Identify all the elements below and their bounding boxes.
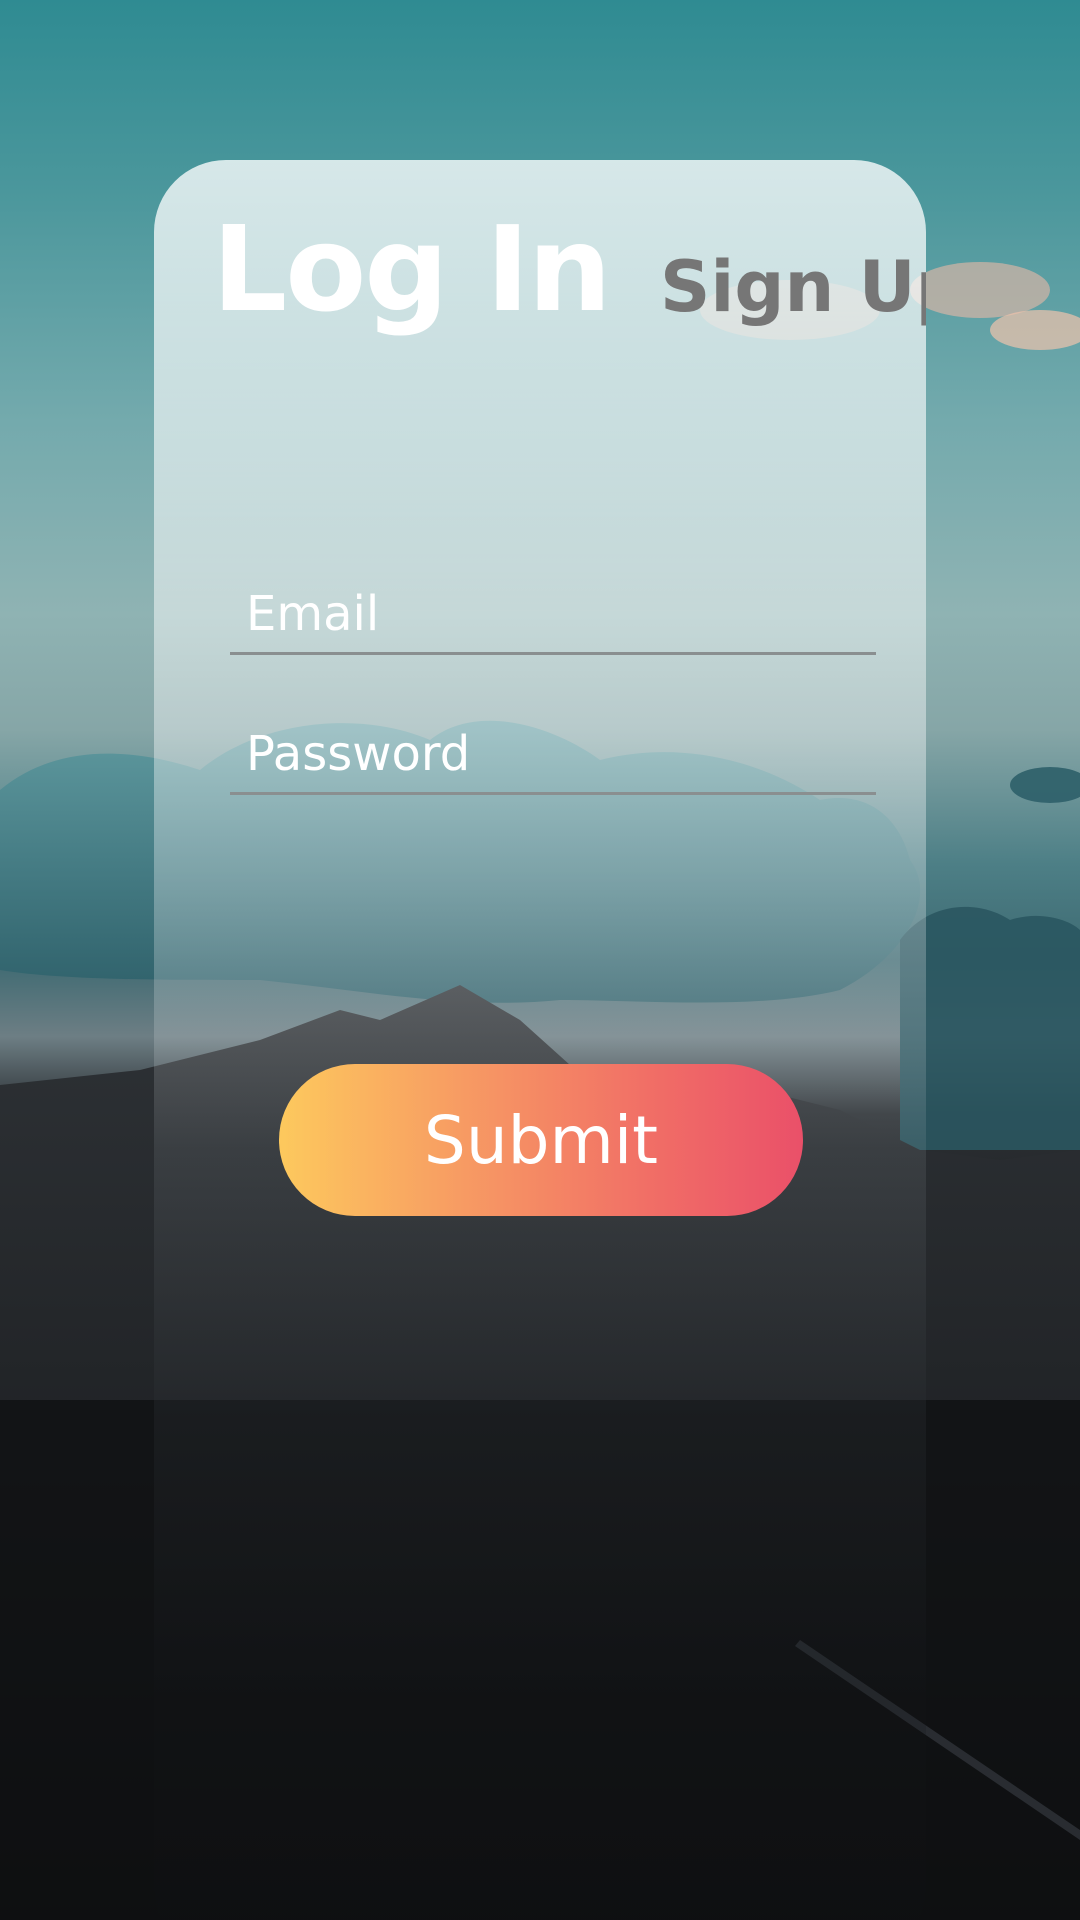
tab-sign-up[interactable]: Sign Up [660, 246, 926, 328]
tab-log-in[interactable]: Log In [212, 200, 612, 338]
login-screen: Log In Sign Up Email Password Submit [0, 0, 1080, 1920]
email-field[interactable]: Email [230, 568, 876, 655]
submit-button[interactable]: Submit [279, 1064, 803, 1216]
password-placeholder: Password [246, 726, 471, 782]
login-card: Log In Sign Up Email Password Submit [154, 160, 926, 1920]
email-placeholder: Email [246, 586, 380, 642]
password-field[interactable]: Password [230, 708, 876, 795]
submit-button-label: Submit [423, 1101, 659, 1179]
